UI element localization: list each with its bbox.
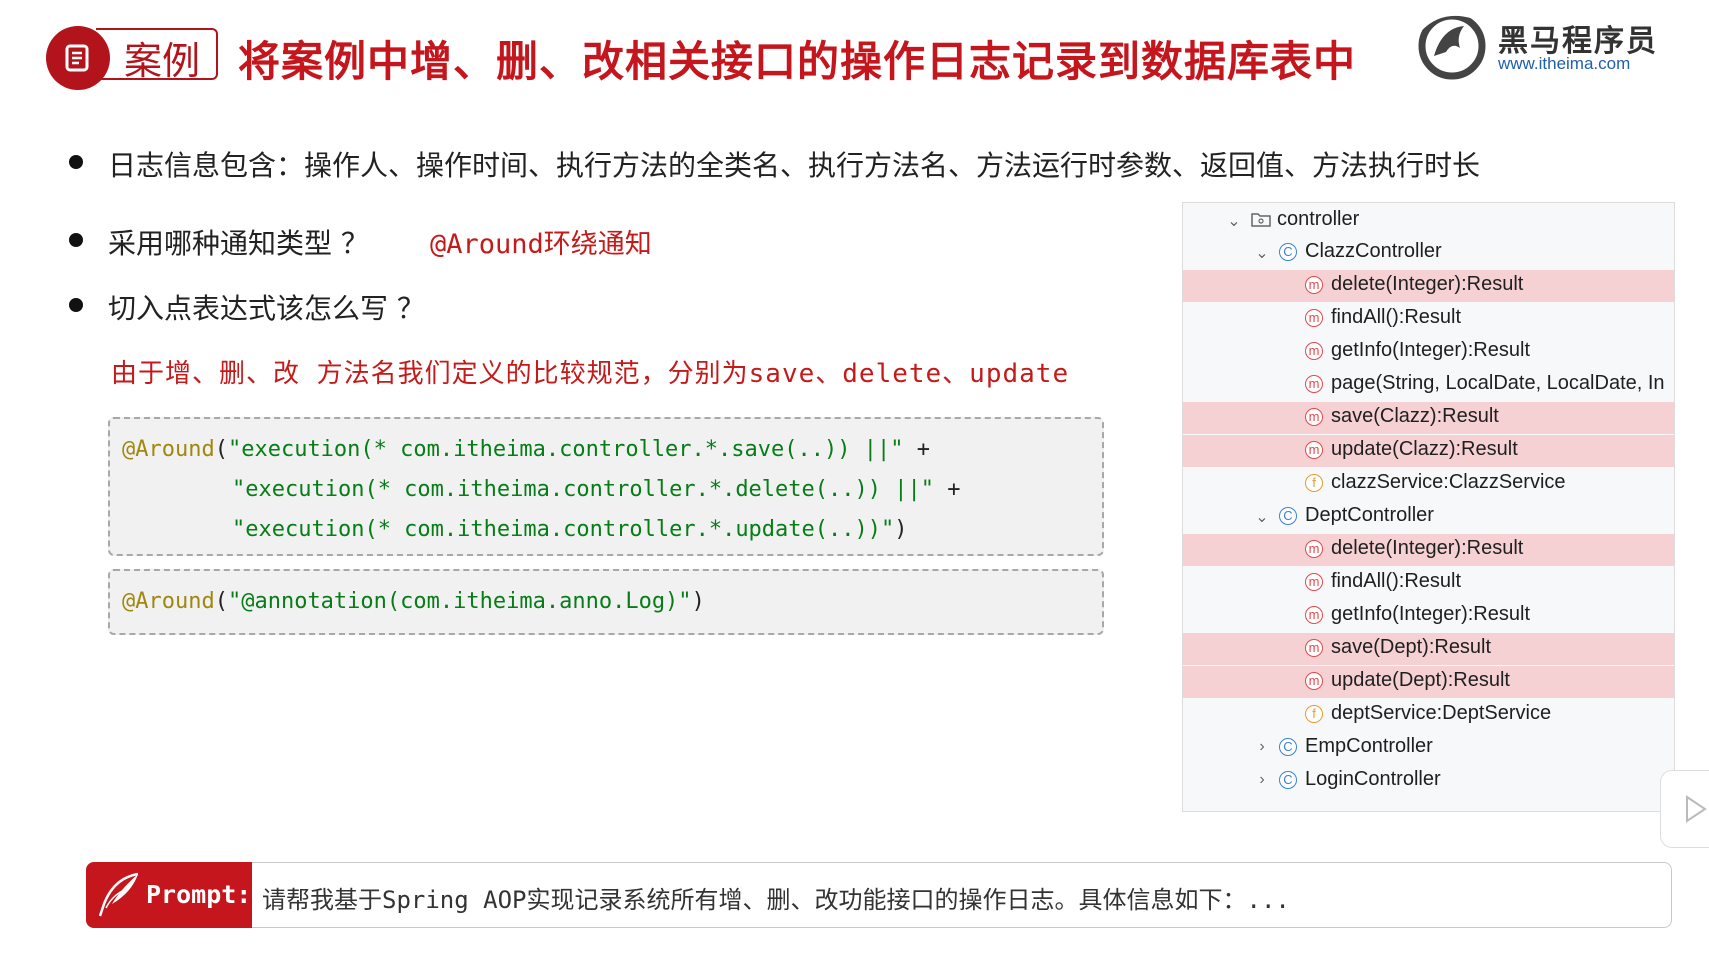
tree-label: save(Clazz):Result — [1331, 405, 1499, 427]
tree-method-row[interactable]: m save(Clazz):Result — [1183, 402, 1674, 434]
tree-folder-controller[interactable]: ⌄ controller — [1183, 205, 1674, 237]
prompt-label: Prompt: — [146, 880, 252, 909]
naming-note: 由于增、删、改 方法名我们定义的比较规范，分别为save、delete、upda… — [111, 359, 1070, 389]
advice-type-answer: @Around环绕通知 — [430, 229, 652, 260]
method-icon: m — [1305, 639, 1323, 657]
tree-field-row[interactable]: f clazzService:ClazzService — [1183, 468, 1674, 500]
tree-method-row[interactable]: m update(Clazz):Result — [1183, 435, 1674, 467]
method-icon: m — [1305, 606, 1323, 624]
tree-class-empcontroller[interactable]: › C EmpController — [1183, 732, 1674, 764]
tree-label: save(Dept):Result — [1331, 636, 1492, 658]
tree-method-row[interactable]: m getInfo(Integer):Result — [1183, 600, 1674, 632]
bullet-dot — [69, 233, 83, 247]
play-button[interactable] — [1660, 770, 1709, 848]
tree-label: update(Dept):Result — [1331, 669, 1510, 691]
bullet-pointcut: 切入点表达式该怎么写 ？ — [108, 292, 425, 325]
code-line-annotation: @Around("@annotation(com.itheima.anno.Lo… — [122, 589, 705, 614]
method-icon: m — [1305, 276, 1323, 294]
class-icon: C — [1279, 738, 1297, 756]
code-line-2: "execution(* com.itheima.controller.*.de… — [232, 477, 961, 502]
tree-label: findAll():Result — [1331, 306, 1462, 328]
case-badge-icon — [46, 26, 110, 90]
field-icon: f — [1305, 705, 1323, 723]
tree-label: deptService:DeptService — [1331, 702, 1552, 724]
method-icon: m — [1305, 375, 1323, 393]
tree-label: ClazzController — [1305, 240, 1442, 262]
tree-method-row[interactable]: m findAll():Result — [1183, 303, 1674, 335]
prompt-text: 请帮我基于Spring AOP实现记录系统所有增、删、改功能接口的操作日志。具体… — [262, 886, 1290, 914]
class-icon: C — [1279, 771, 1297, 789]
chevron-down-icon[interactable]: ⌄ — [1253, 507, 1271, 527]
tree-label: page(String, LocalDate, LocalDate, In — [1331, 372, 1665, 394]
method-icon: m — [1305, 309, 1323, 327]
chevron-down-icon[interactable]: ⌄ — [1225, 211, 1243, 231]
tree-method-row[interactable]: m delete(Integer):Result — [1183, 534, 1674, 566]
chevron-right-icon[interactable]: › — [1253, 771, 1271, 789]
tree-label: DeptController — [1305, 504, 1434, 526]
play-icon — [1686, 795, 1707, 823]
page-title: 将案例中增、删、改相关接口的操作日志记录到数据库表中 — [238, 37, 1357, 86]
method-icon: m — [1305, 540, 1323, 558]
tree-label: getInfo(Integer):Result — [1331, 603, 1530, 625]
tree-class-logincontroller[interactable]: › C LoginController — [1183, 765, 1674, 797]
feather-icon — [98, 872, 139, 917]
bullet-advice-type: 采用哪种通知类型 ？ — [108, 227, 369, 260]
chevron-down-icon[interactable]: ⌄ — [1253, 243, 1271, 263]
bullet-dot — [69, 298, 83, 312]
method-icon: m — [1305, 672, 1323, 690]
tree-method-row[interactable]: m page(String, LocalDate, LocalDate, In — [1183, 369, 1674, 401]
method-icon: m — [1305, 342, 1323, 360]
tree-method-row[interactable]: m update(Dept):Result — [1183, 666, 1674, 698]
tree-label: getInfo(Integer):Result — [1331, 339, 1530, 361]
tree-label: delete(Integer):Result — [1331, 273, 1524, 295]
itheima-logo-icon — [1417, 10, 1486, 80]
tree-label: clazzService:ClazzService — [1331, 471, 1566, 493]
logo-url: www.itheima.com — [1498, 54, 1631, 73]
tree-label: update(Clazz):Result — [1331, 438, 1518, 460]
tree-field-row[interactable]: f deptService:DeptService — [1183, 699, 1674, 731]
method-icon: m — [1305, 573, 1323, 591]
tree-method-row[interactable]: m save(Dept):Result — [1183, 633, 1674, 665]
code-line-3: "execution(* com.itheima.controller.*.up… — [232, 517, 908, 542]
tree-method-row[interactable]: m getInfo(Integer):Result — [1183, 336, 1674, 368]
project-tree: ⌄ controller ⌄ C ClazzController m delet… — [1182, 202, 1675, 812]
tree-label: delete(Integer):Result — [1331, 537, 1524, 559]
case-badge-label: 案例 — [124, 39, 201, 83]
tree-method-row[interactable]: m findAll():Result — [1183, 567, 1674, 599]
tree-label: LoginController — [1305, 768, 1441, 790]
tree-label: EmpController — [1305, 735, 1433, 757]
chevron-right-icon[interactable]: › — [1253, 738, 1271, 756]
tree-label: controller — [1277, 208, 1360, 230]
bullet-dot — [69, 155, 83, 169]
method-icon: m — [1305, 408, 1323, 426]
bullet-log-info: 日志信息包含：操作人、操作时间、执行方法的全类名、执行方法名、方法运行时参数、返… — [108, 149, 1481, 182]
tree-method-row[interactable]: m delete(Integer):Result — [1183, 270, 1674, 302]
tree-class-deptcontroller[interactable]: ⌄ C DeptController — [1183, 501, 1674, 533]
folder-icon — [1251, 213, 1271, 227]
tree-label: findAll():Result — [1331, 570, 1462, 592]
class-icon: C — [1279, 243, 1297, 261]
code-line-1: @Around("execution(* com.itheima.control… — [122, 437, 930, 462]
class-icon: C — [1279, 507, 1297, 525]
field-icon: f — [1305, 474, 1323, 492]
method-icon: m — [1305, 441, 1323, 459]
tree-class-clazzcontroller[interactable]: ⌄ C ClazzController — [1183, 237, 1674, 269]
